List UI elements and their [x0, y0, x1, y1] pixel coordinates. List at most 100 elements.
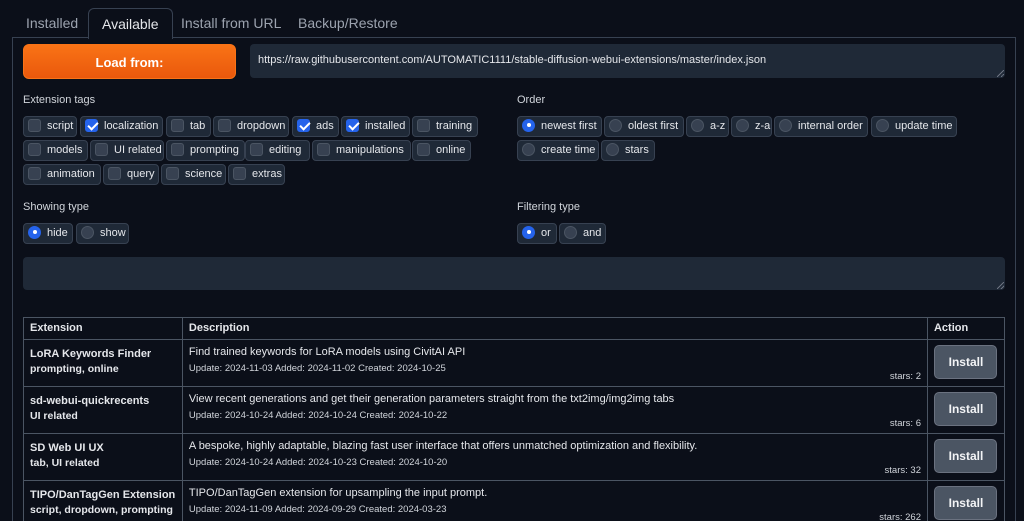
order-option[interactable]: z-a — [731, 116, 772, 137]
extension-tags-option[interactable]: editing — [245, 140, 310, 161]
tab-backup-restore[interactable]: Backup/Restore — [285, 8, 411, 38]
checkbox-icon[interactable] — [250, 142, 263, 156]
option-label: hide — [47, 227, 68, 239]
checkbox-icon[interactable] — [417, 118, 430, 132]
radio-icon[interactable] — [522, 118, 535, 132]
resize-grip-icon[interactable] — [997, 282, 1004, 289]
header-action: Action — [926, 317, 1006, 340]
radio-icon[interactable] — [691, 118, 704, 132]
extensions-table: Extension Description Action LoRA Keywor… — [23, 317, 1006, 521]
option-label: extras — [252, 168, 282, 180]
showing-type-option[interactable]: hide — [23, 223, 73, 244]
extension-stars: stars: 262 — [879, 512, 921, 521]
extension-tags-option[interactable]: installed — [341, 116, 410, 137]
table-row: TIPO/DanTagGen Extension script, dropdow… — [23, 480, 1006, 521]
extension-tags-option[interactable]: manipulations — [312, 140, 411, 161]
extension-stars: stars: 32 — [884, 465, 921, 476]
index-url-value: https://raw.githubusercontent.com/AUTOMA… — [258, 54, 767, 66]
extension-tags-option[interactable]: extras — [228, 164, 285, 185]
extension-tags-option[interactable]: tab — [166, 116, 211, 137]
extension-tags-option[interactable]: UI related — [90, 140, 164, 161]
checkbox-icon[interactable] — [346, 118, 359, 132]
order-option[interactable]: newest first — [517, 116, 602, 137]
header-description: Description — [181, 317, 928, 340]
install-button[interactable]: Install — [934, 345, 998, 379]
extension-name[interactable]: sd-webui-quickrecents — [30, 393, 176, 409]
index-url-input[interactable]: https://raw.githubusercontent.com/AUTOMA… — [250, 44, 1005, 78]
install-button[interactable]: Install — [934, 439, 998, 473]
radio-icon[interactable] — [876, 118, 889, 132]
radio-icon[interactable] — [736, 118, 749, 132]
radio-icon[interactable] — [606, 142, 619, 156]
checkbox-icon[interactable] — [171, 142, 184, 156]
radio-icon[interactable] — [522, 225, 535, 239]
checkbox-icon[interactable] — [28, 142, 41, 156]
filtering-type-option[interactable]: and — [559, 223, 606, 244]
option-label: localization — [104, 120, 159, 132]
tab-install-from-url[interactable]: Install from URL — [168, 8, 294, 38]
order-option[interactable]: internal order — [774, 116, 868, 137]
option-label: query — [127, 168, 155, 180]
option-label: oldest first — [628, 120, 679, 132]
radio-icon[interactable] — [564, 225, 577, 239]
option-label: online — [436, 144, 466, 156]
checkbox-icon[interactable] — [317, 142, 330, 156]
extension-tags-option[interactable]: online — [412, 140, 471, 161]
radio-icon[interactable] — [609, 118, 622, 132]
extension-cell: TIPO/DanTagGen Extension script, dropdow… — [23, 480, 183, 521]
extension-name[interactable]: TIPO/DanTagGen Extension — [30, 487, 176, 503]
order-option[interactable]: stars — [601, 140, 655, 161]
order-option[interactable]: oldest first — [604, 116, 684, 137]
order-option[interactable]: a-z — [686, 116, 729, 137]
checkbox-icon[interactable] — [417, 142, 430, 156]
checkbox-icon[interactable] — [28, 166, 41, 180]
checkbox-icon[interactable] — [28, 118, 41, 132]
option-label: models — [47, 144, 83, 156]
order-option[interactable]: create time — [517, 140, 599, 161]
radio-icon[interactable] — [779, 118, 792, 132]
extension-name[interactable]: LoRA Keywords Finder — [30, 346, 176, 362]
load-from-button[interactable]: Load from: — [23, 44, 236, 79]
extension-tags-option[interactable]: script — [23, 116, 77, 137]
showing-type-label: Showing type — [23, 201, 90, 213]
option-label: science — [185, 168, 223, 180]
option-label: UI related — [114, 144, 162, 156]
extension-tags-option[interactable]: prompting — [166, 140, 245, 161]
radio-icon[interactable] — [28, 225, 41, 239]
extension-cell: sd-webui-quickrecents UI related — [23, 386, 183, 434]
option-label: update time — [895, 120, 953, 132]
checkbox-icon[interactable] — [85, 118, 98, 132]
extension-tags-label: Extension tags — [23, 94, 96, 106]
checkbox-icon[interactable] — [171, 118, 184, 132]
radio-icon[interactable] — [522, 142, 535, 156]
extension-tags-option[interactable]: ads — [292, 116, 339, 137]
checkbox-icon[interactable] — [218, 118, 231, 132]
order-option[interactable]: update time — [871, 116, 957, 137]
resize-grip-icon[interactable] — [997, 70, 1004, 77]
extension-tags-option[interactable]: dropdown — [213, 116, 289, 137]
action-cell: Install — [926, 386, 1006, 434]
checkbox-icon[interactable] — [233, 166, 246, 180]
radio-icon[interactable] — [81, 225, 94, 239]
extension-name[interactable]: SD Web UI UX — [30, 440, 176, 456]
checkbox-icon[interactable] — [297, 118, 310, 132]
action-cell: Install — [926, 433, 1006, 481]
checkbox-icon[interactable] — [95, 142, 108, 156]
filtering-type-option[interactable]: or — [517, 223, 557, 244]
install-button[interactable]: Install — [934, 486, 998, 520]
tab-installed[interactable]: Installed — [13, 8, 91, 38]
extension-tags-option[interactable]: models — [23, 140, 88, 161]
search-input[interactable] — [23, 257, 1005, 290]
extension-tags-option[interactable]: query — [103, 164, 159, 185]
tab-available[interactable]: Available — [88, 8, 173, 39]
extension-tags-option[interactable]: localization — [80, 116, 163, 137]
option-label: dropdown — [237, 120, 286, 132]
extension-tags-option[interactable]: animation — [23, 164, 101, 185]
extension-tags-option[interactable]: science — [161, 164, 226, 185]
checkbox-icon[interactable] — [108, 166, 121, 180]
extension-tags-option[interactable]: training — [412, 116, 478, 137]
install-button[interactable]: Install — [934, 392, 998, 426]
showing-type-option[interactable]: show — [76, 223, 129, 244]
option-label: stars — [625, 144, 649, 156]
checkbox-icon[interactable] — [166, 166, 179, 180]
